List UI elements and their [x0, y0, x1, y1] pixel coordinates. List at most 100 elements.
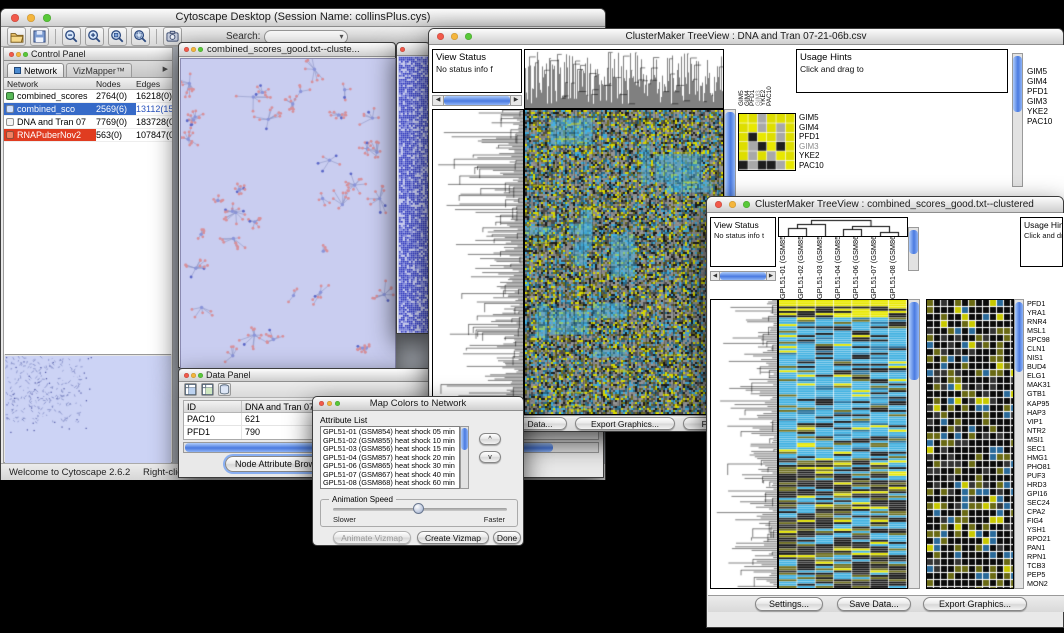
birdseye-view[interactable] [5, 354, 171, 462]
attribute-list-item[interactable]: GPL51-06 (GSM865) heat shock 30 min [323, 462, 459, 471]
treeview2-titlebar[interactable]: ClusterMaker TreeView : combined_scores_… [707, 197, 1063, 213]
column-header-nodes[interactable]: Nodes [96, 78, 136, 89]
export-graphics-button[interactable]: Export Graphics... [923, 597, 1027, 611]
attribute-list-item[interactable]: GPL51-01 (GSM854) heat shock 05 min [323, 428, 459, 437]
zoom-out-icon[interactable] [62, 27, 81, 46]
create-vizmap-button[interactable]: Create Vizmap [417, 531, 489, 544]
row-dendrogram-canvas[interactable] [432, 109, 524, 415]
treeview1-titlebar[interactable]: ClusterMaker TreeView : DNA and Tran 07-… [429, 29, 1063, 45]
move-up-button[interactable]: ^ [479, 433, 501, 445]
scrollbar-thumb[interactable] [1015, 302, 1023, 372]
maximize-icon[interactable] [335, 401, 340, 406]
close-icon[interactable] [11, 14, 19, 22]
gene-label[interactable]: BUD4 [1027, 362, 1063, 371]
gene-label[interactable]: RNR4 [1027, 317, 1063, 326]
row-dendrogram-canvas[interactable] [710, 299, 778, 589]
create-attribute-icon[interactable] [201, 383, 214, 396]
network-window-2-titlebar[interactable] [397, 43, 429, 56]
network-row[interactable]: combined_scores 2764(0) 16218(0) [4, 90, 172, 103]
gene-label[interactable]: MON2 [1027, 579, 1063, 588]
heatmap-canvas[interactable] [524, 109, 724, 415]
select-attributes-icon[interactable] [184, 383, 197, 396]
column-header-network[interactable]: Network [4, 78, 96, 89]
search-dropdown-icon[interactable]: ▾ [339, 32, 343, 41]
secondary-vscrollbar[interactable] [1014, 299, 1024, 589]
gene-label[interactable]: HMG1 [1027, 453, 1063, 462]
minimize-icon[interactable] [27, 14, 35, 22]
gene-label[interactable]: HRD3 [1027, 480, 1063, 489]
minimize-icon[interactable] [451, 33, 458, 40]
network-row-alert[interactable]: RNAPuberNov2 563(0) 107847(0) [4, 129, 172, 142]
gene-label[interactable]: YRA1 [1027, 308, 1063, 317]
zoom-in-icon[interactable] [85, 27, 104, 46]
gene-label[interactable]: GIM3 [1027, 97, 1063, 107]
tab-network[interactable]: Network [7, 63, 64, 77]
float-icon[interactable] [23, 52, 28, 57]
gene-label[interactable]: PEP5 [1027, 570, 1063, 579]
scrollbar-thumb[interactable] [1013, 56, 1022, 112]
maximize-icon[interactable] [465, 33, 472, 40]
tab-overflow-icon[interactable]: ▶ [163, 65, 168, 73]
gene-label[interactable]: FIG4 [1027, 516, 1063, 525]
gene-label[interactable]: GTB1 [1027, 389, 1063, 398]
gene-label[interactable]: ELG1 [1027, 371, 1063, 380]
scroll-left-icon[interactable]: ◀ [711, 272, 720, 280]
gene-label[interactable]: GIM5 [1027, 67, 1063, 77]
attribute-list-item[interactable]: GPL51-04 (GSM857) heat shock 20 min [323, 454, 459, 463]
gene-label[interactable]: RPN1 [1027, 552, 1063, 561]
secondary-heatmap-canvas[interactable] [926, 299, 1014, 589]
birdseye-canvas[interactable] [5, 356, 171, 463]
dense-network-canvas[interactable] [398, 56, 428, 333]
gene-label[interactable]: PFD1 [1027, 299, 1063, 308]
close-icon[interactable] [184, 47, 189, 52]
gene-label[interactable]: MAK31 [1027, 380, 1063, 389]
network-window-titlebar[interactable]: combined_scores_good.txt--cluste... [179, 43, 395, 57]
minimize-icon[interactable] [729, 201, 736, 208]
dialog-titlebar[interactable]: Map Colors to Network [313, 397, 523, 411]
column-dendrogram-canvas[interactable] [524, 49, 724, 109]
main-titlebar[interactable]: Cytoscape Desktop (Session Name: collins… [1, 9, 605, 27]
gene-label[interactable]: NIS1 [1027, 353, 1063, 362]
move-down-button[interactable]: v [479, 451, 501, 463]
top-vscrollbar[interactable] [908, 227, 919, 271]
right-panel-vscrollbar[interactable] [1012, 53, 1023, 187]
zoom-fit-icon[interactable] [131, 27, 150, 46]
minimize-icon[interactable] [191, 373, 196, 378]
attribute-list[interactable]: GPL51-01 (GSM854) heat shock 05 minGPL51… [320, 426, 460, 489]
scrollbar-thumb[interactable] [909, 230, 918, 254]
gene-label[interactable]: GIM4 [1027, 77, 1063, 87]
network-view-canvas[interactable] [180, 58, 396, 369]
close-icon[interactable] [437, 33, 444, 40]
gene-label[interactable]: GPI16 [1027, 489, 1063, 498]
scrollbar-thumb[interactable] [461, 428, 468, 450]
export-graphics-button[interactable]: Export Graphics... [575, 417, 675, 430]
gene-label[interactable]: KAP95 [1027, 399, 1063, 408]
column-dendrogram-canvas[interactable] [778, 217, 908, 237]
close-icon[interactable] [400, 47, 405, 52]
animate-vizmap-button[interactable]: Animate Vizmap [333, 531, 411, 544]
gene-label[interactable]: HAP3 [1027, 408, 1063, 417]
gene-label[interactable]: VIP1 [1027, 417, 1063, 426]
attribute-list-item[interactable]: GPL51-02 (GSM855) heat shock 10 min [323, 437, 459, 446]
settings-button[interactable]: Settings... [755, 597, 823, 611]
scroll-left-icon[interactable]: ◀ [433, 96, 444, 105]
control-panel-titlebar[interactable]: Control Panel [4, 48, 172, 61]
float-icon[interactable] [198, 373, 203, 378]
zoom-selected-icon[interactable] [108, 27, 127, 46]
gene-label[interactable]: YKE2 [1027, 107, 1063, 117]
gene-label[interactable]: PHO81 [1027, 462, 1063, 471]
attribute-list-item[interactable]: GPL51-03 (GSM856) heat shock 15 min [323, 445, 459, 454]
tab-vizmapper[interactable]: VizMapper™ [66, 63, 132, 77]
gene-label[interactable]: PFD1 [1027, 87, 1063, 97]
import-network-icon[interactable] [30, 27, 49, 46]
gene-label[interactable]: PUF3 [1027, 471, 1063, 480]
gene-label[interactable]: CPA2 [1027, 507, 1063, 516]
gene-label[interactable]: MSI1 [1027, 435, 1063, 444]
gene-label[interactable]: TCB3 [1027, 561, 1063, 570]
save-data-button[interactable]: Save Data... [837, 597, 911, 611]
scrollbar-thumb[interactable] [725, 112, 735, 206]
done-button[interactable]: Done [493, 531, 521, 544]
treeview1-nav-scrollbar[interactable]: ◀ ▶ [432, 95, 522, 106]
column-header-id[interactable]: ID [184, 401, 242, 412]
gene-label[interactable]: PAC10 [1027, 117, 1063, 127]
